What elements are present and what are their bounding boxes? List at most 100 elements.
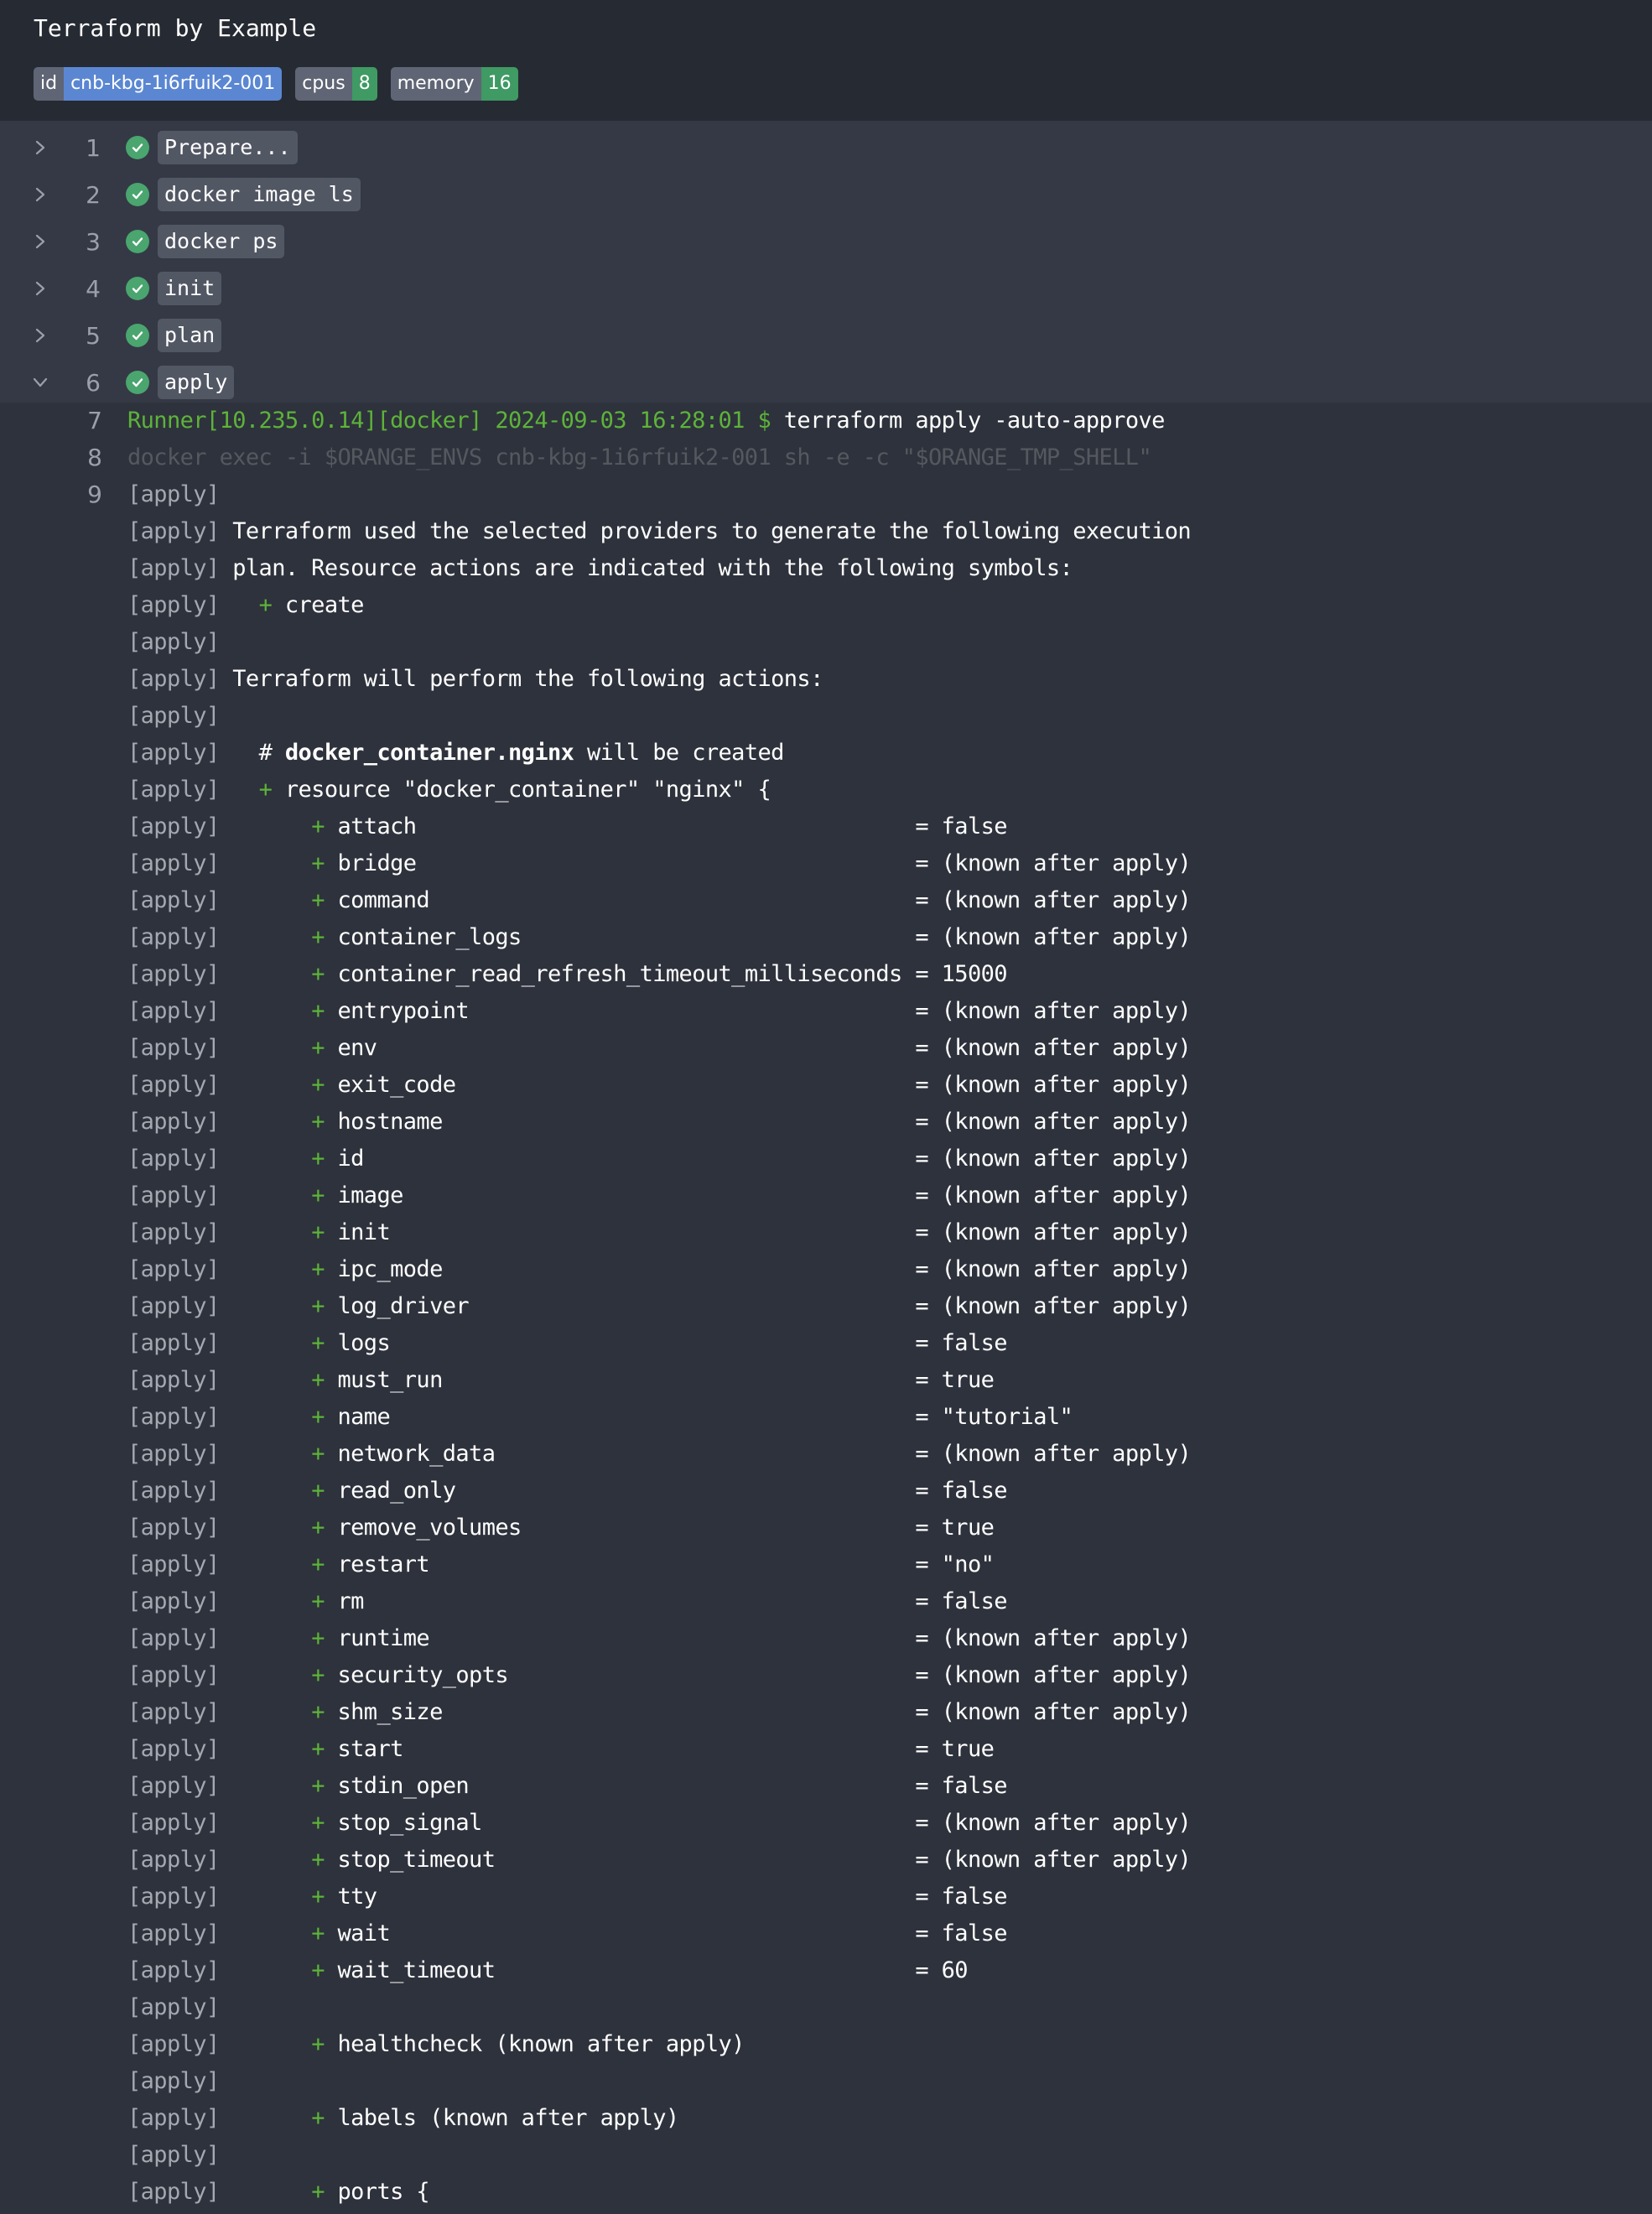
plus-symbol: + [311,1219,325,1245]
log-content: will be created [574,740,784,766]
plus-symbol: + [311,1478,325,1504]
log-line: [apply] + stop_timeout = (known after ap… [0,1842,1652,1879]
plus-symbol: + [311,1441,325,1467]
log-line: [apply] + bridge = (known after apply) [0,845,1652,882]
step-label[interactable]: docker ps [158,225,285,258]
badge-value: cnb-kbg-1i6rfuik2-001 [64,67,283,101]
log-text: [apply] + ipc_mode = (known after apply) [127,1251,1192,1288]
plus-symbol: + [258,777,273,803]
log-text: docker exec -i $ORANGE_ENVS cnb-kbg-1i6r… [127,439,1152,476]
step-label[interactable]: init [158,272,222,305]
log-text: [apply] + hostname = (known after apply) [127,1104,1192,1141]
log-line: [apply] + rm = false [0,1583,1652,1620]
chevron-right-icon[interactable] [30,325,50,346]
success-check-icon [126,230,149,253]
log-text: [apply] Terraform will perform the follo… [127,661,823,698]
log-text: [apply] [127,698,220,735]
chevron-right-icon[interactable] [30,231,50,252]
plus-symbol: + [311,1588,325,1614]
log-content: logs = false [324,1330,1007,1356]
step-row-plan[interactable]: 5 plan [0,312,1652,359]
log-line: [apply] + name = "tutorial" [0,1399,1652,1436]
step-label[interactable]: apply [158,366,235,399]
log-content: ports { [324,2179,430,2205]
log-content: attach = false [324,813,1007,839]
log-line: [apply] [0,1989,1652,2026]
success-check-icon [126,324,149,347]
plus-symbol: + [311,2031,325,2057]
log-text: [apply] # docker_container.nginx will be… [127,735,784,772]
log-line: [apply] + attach = false [0,808,1652,845]
log-content: tty = false [324,1884,1007,1910]
plus-symbol: + [311,1920,325,1946]
apply-prefix: [apply] [127,2142,220,2168]
runner-command: terraform apply -auto-approve [783,408,1166,434]
success-check-icon [126,183,149,206]
plus-symbol: + [311,1072,325,1098]
log-text: [apply] + remove_volumes = true [127,1510,995,1546]
chevron-right-icon[interactable] [30,184,50,205]
step-number: 5 [86,321,101,350]
plus-symbol: + [311,813,325,839]
plus-symbol: + [311,961,325,987]
badge-id: id cnb-kbg-1i6rfuik2-001 [34,67,283,101]
step-row-docker-ps[interactable]: 3 docker ps [0,218,1652,265]
step-row-apply[interactable]: 6 apply [0,359,1652,406]
step-row-init[interactable]: 4 init [0,265,1652,312]
plus-symbol: + [311,1146,325,1172]
log-text: [apply] + runtime = (known after apply) [127,1620,1192,1657]
apply-prefix: [apply] [127,887,220,913]
chevron-right-icon[interactable] [30,278,50,299]
plus-symbol: + [311,1699,325,1725]
apply-prefix: [apply] [127,1109,220,1135]
apply-prefix: [apply] [127,1146,220,1172]
log-line: [apply] # docker_container.nginx will be… [0,735,1652,772]
log-content: restart = "no" [324,1551,995,1577]
plus-symbol: + [311,1035,325,1061]
step-row-prepare[interactable]: 1 Prepare... [0,124,1652,171]
apply-prefix: [apply] [127,1293,220,1319]
log-content: labels (known after apply) [324,2105,679,2131]
step-row-docker-image-ls[interactable]: 2 docker image ls [0,171,1652,218]
log-content: wait_timeout = 60 [324,1957,968,1983]
chevron-right-icon[interactable] [30,138,50,158]
plus-symbol: + [311,924,325,950]
log-content: container_read_refresh_timeout_milliseco… [324,961,1007,987]
apply-prefix: [apply] [127,1256,220,1282]
plus-symbol: + [311,998,325,1024]
badge-value: 8 [351,67,377,101]
comment-hash: # [258,740,285,766]
plus-symbol: + [311,1551,325,1577]
log-line: [apply] + runtime = (known after apply) [0,1620,1652,1657]
step-label[interactable]: Prepare... [158,131,298,164]
apply-prefix: [apply] [127,1404,220,1430]
log-text: [apply] + start = true [127,1731,995,1768]
apply-prefix: [apply] [127,1219,220,1245]
log-line: [apply] plan. Resource actions are indic… [0,550,1652,587]
chevron-down-icon[interactable] [30,372,50,392]
step-label[interactable]: plan [158,319,222,352]
log-text: [apply] + tty = false [127,1879,1008,1915]
log-text: [apply] plan. Resource actions are indic… [127,550,1073,587]
apply-prefix: [apply] [127,1920,220,1946]
plus-symbol: + [311,850,325,876]
log-content: hostname = (known after apply) [324,1109,1192,1135]
log-text: [apply] + labels (known after apply) [127,2100,679,2137]
log-text: [apply] Terraform used the selected prov… [127,513,1192,550]
step-label[interactable]: docker image ls [158,178,361,211]
apply-prefix: [apply] [127,924,220,950]
resource-address: docker_container.nginx [284,740,574,766]
log-text: [apply] + name = "tutorial" [127,1399,1073,1436]
